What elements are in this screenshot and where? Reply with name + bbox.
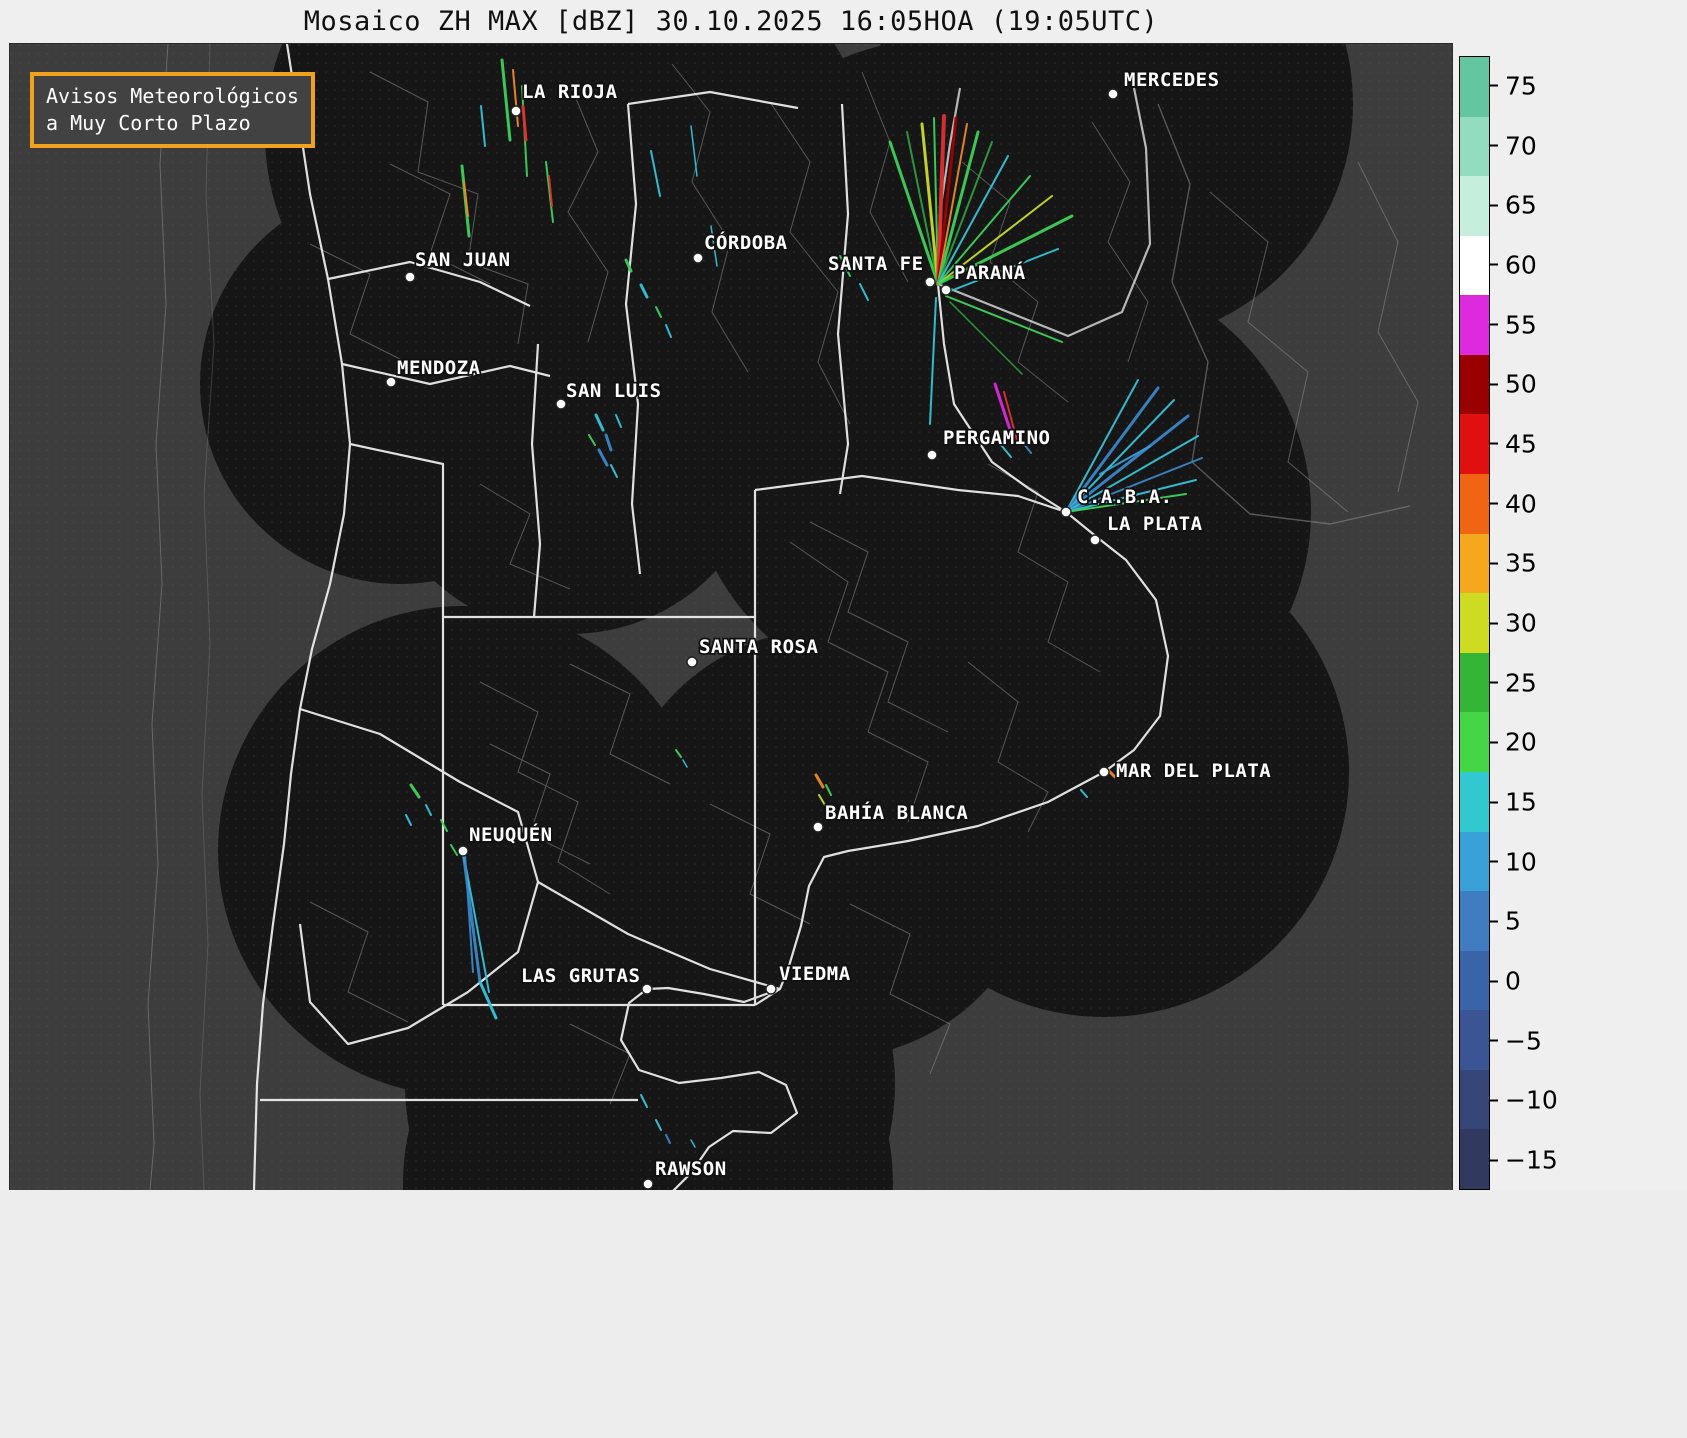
- page-title: Mosaico ZH MAX [dBZ] 30.10.2025 16:05HOA…: [303, 6, 1159, 37]
- city-label: SANTA FE: [828, 253, 924, 275]
- colorbar-segment: [1460, 57, 1489, 117]
- city-dot: [641, 983, 653, 995]
- colorbar-segment: [1460, 533, 1489, 594]
- map-area: MERCEDES LA RIOJA CÓRDOBA SAN JUAN SANTA FE P…: [9, 43, 1453, 1191]
- colorbar-tick-label: −10: [1490, 1086, 1558, 1115]
- city-label: LAS GRUTAS: [521, 965, 640, 987]
- dbz-colorbar-ticks: 75 70 65 60 55 50 45 40 35 30 25 20 15 10 5 0 −5 −10 −15: [1490, 56, 1600, 1190]
- colorbar-segment: [1460, 1010, 1489, 1070]
- colorbar-tick-label: 50: [1490, 370, 1537, 399]
- colorbar-tick-label: −5: [1490, 1026, 1542, 1055]
- city-dot: [940, 284, 952, 296]
- city-label: BAHÍA BLANCA: [825, 801, 968, 824]
- colorbar-segment: [1460, 1129, 1489, 1189]
- radar-map: MERCEDES LA RIOJA CÓRDOBA SAN JUAN SANTA FE P…: [10, 44, 1452, 1190]
- colorbar-segment: [1460, 474, 1489, 534]
- city-label: LA PLATA: [1107, 513, 1203, 535]
- radar-product-page: Mosaico ZH MAX [dBZ] 30.10.2025 16:05HOA…: [0, 0, 1687, 1438]
- colorbar-segment: [1460, 652, 1489, 713]
- city-label: RAWSON: [655, 1158, 727, 1180]
- colorbar-tick-label: 35: [1490, 549, 1537, 578]
- colorbar-segment: [1460, 831, 1489, 892]
- city-label: MENDOZA: [397, 357, 481, 379]
- city-dot: [404, 271, 416, 283]
- city-label: SANTA ROSA: [699, 636, 818, 658]
- city-dot: [1060, 506, 1072, 518]
- colorbar-segment: [1460, 891, 1489, 951]
- colorbar-segment: [1460, 116, 1489, 177]
- city-label: MAR DEL PLATA: [1116, 760, 1271, 782]
- colorbar-segment: [1460, 235, 1489, 296]
- footer: Servicio Meteorológico Nacional Argentin…: [0, 1190, 1687, 1438]
- city-dot: [692, 252, 704, 264]
- colorbar-tick-label: 0: [1490, 967, 1521, 996]
- warning-banner[interactable]: Avisos Meteorológicos a Muy Corto Plazo: [30, 72, 315, 148]
- city-dot: [457, 845, 469, 857]
- city-label: C.A.B.A.: [1077, 486, 1173, 508]
- city-dot: [555, 398, 567, 410]
- colorbar-segment: [1460, 1069, 1489, 1130]
- city-label: PARANÁ: [954, 261, 1026, 284]
- warning-line-1: Avisos Meteorológicos: [46, 84, 299, 108]
- colorbar-tick-label: −15: [1490, 1146, 1558, 1175]
- city-dot: [385, 376, 397, 388]
- colorbar-segment: [1460, 176, 1489, 236]
- city-label: VIEDMA: [779, 963, 851, 985]
- city-label: SAN LUIS: [566, 380, 662, 402]
- city-label: CÓRDOBA: [704, 230, 788, 254]
- colorbar-tick-label: 5: [1490, 907, 1521, 936]
- city-label: PERGAMINO: [943, 427, 1050, 449]
- colorbar-tick-label: 20: [1490, 728, 1537, 757]
- city-dot: [765, 983, 777, 995]
- city-label: MERCEDES: [1124, 69, 1220, 91]
- city-label: SAN JUAN: [415, 249, 511, 271]
- city-dot: [812, 821, 824, 833]
- colorbar-tick-label: 25: [1490, 668, 1537, 697]
- colorbar-tick-label: 45: [1490, 429, 1537, 458]
- city-dot: [1089, 534, 1101, 546]
- colorbar-segment: [1460, 593, 1489, 653]
- colorbar-tick-label: 30: [1490, 609, 1537, 638]
- colorbar-tick-label: 70: [1490, 131, 1537, 160]
- city-dot: [926, 449, 938, 461]
- colorbar-segment: [1460, 950, 1489, 1011]
- city-dot: [686, 656, 698, 668]
- dbz-colorbar: [1459, 56, 1490, 1190]
- colorbar-tick-label: 65: [1490, 191, 1537, 220]
- colorbar-tick-label: 75: [1490, 71, 1537, 100]
- city-dot: [1107, 88, 1119, 100]
- colorbar-tick-label: 40: [1490, 489, 1537, 518]
- colorbar-segment: [1460, 771, 1489, 832]
- city-dot: [510, 105, 522, 117]
- colorbar-segment: [1460, 295, 1489, 355]
- city-label: LA RIOJA: [522, 81, 618, 103]
- city-dot: [642, 1178, 654, 1190]
- city-dot: [1098, 766, 1110, 778]
- colorbar-segment: [1460, 712, 1489, 772]
- colorbar-segment: [1460, 354, 1489, 415]
- colorbar-tick-label: 55: [1490, 310, 1537, 339]
- city-dot: [924, 276, 936, 288]
- colorbar-tick-label: 60: [1490, 250, 1537, 279]
- colorbar-segment: [1460, 414, 1489, 475]
- colorbar-tick-label: 15: [1490, 788, 1537, 817]
- warning-line-2: a Muy Corto Plazo: [46, 111, 251, 135]
- colorbar-tick-label: 10: [1490, 847, 1537, 876]
- city-label: NEUQUÉN: [469, 823, 553, 846]
